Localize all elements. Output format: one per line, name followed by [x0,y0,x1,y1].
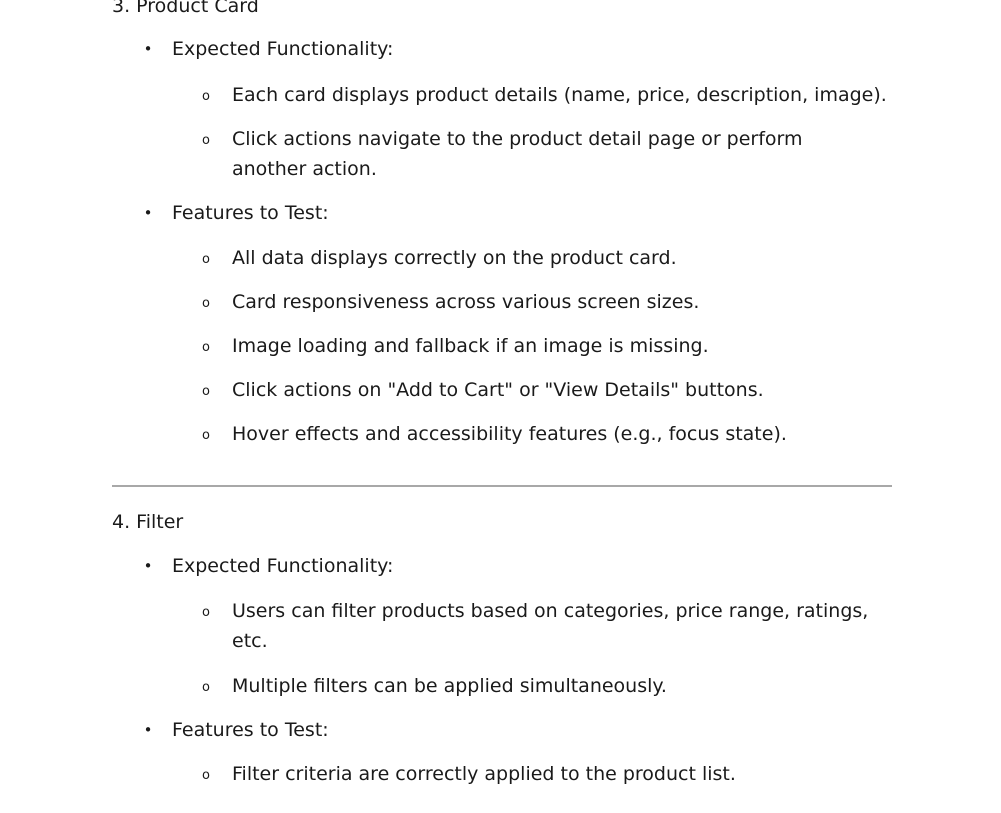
sub-bullet-marker: o [202,605,210,620]
sub-bullet-text: Multiple filters can be applied simultan… [232,675,667,697]
bullet-label: Features to Test: [172,719,329,741]
document-page: 3. Product Card • Expected Functionality… [0,0,1001,813]
sub-bullet-text: Users can filter products based on categ… [232,600,869,652]
section-heading-filter: 4. Filter [112,511,184,533]
sub-bullet-marker: o [202,768,210,783]
sub-bullet-text: Click actions navigate to the product de… [232,128,803,180]
bullet-marker: • [143,721,153,739]
bullet-label: Expected Functionality: [172,38,394,60]
sub-bullet-text: Click actions on "Add to Cart" or "View … [232,379,764,401]
bullet-marker: • [143,204,153,222]
sub-bullet-marker: o [202,428,210,443]
sub-bullet-marker: o [202,89,210,104]
bullet-label: Features to Test: [172,202,329,224]
sub-bullet-text: All data displays correctly on the produ… [232,247,677,269]
bullet-marker: • [143,557,153,575]
bullet-marker: • [143,40,153,58]
sub-bullet-text: Hover effects and accessibility features… [232,423,787,445]
sub-bullet-marker: o [202,133,210,148]
section-divider [112,485,892,487]
sub-bullet-marker: o [202,296,210,311]
sub-bullet-marker: o [202,340,210,355]
sub-bullet-text: Image loading and fallback if an image i… [232,335,709,357]
sub-bullet-text: Card responsiveness across various scree… [232,291,700,313]
bullet-label: Expected Functionality: [172,555,394,577]
section-heading-product-card: 3. Product Card [112,0,259,17]
sub-bullet-marker: o [202,680,210,695]
sub-bullet-marker: o [202,252,210,267]
sub-bullet-text: Filter criteria are correctly applied to… [232,763,736,785]
sub-bullet-text: Each card displays product details (name… [232,84,887,106]
sub-bullet-marker: o [202,384,210,399]
